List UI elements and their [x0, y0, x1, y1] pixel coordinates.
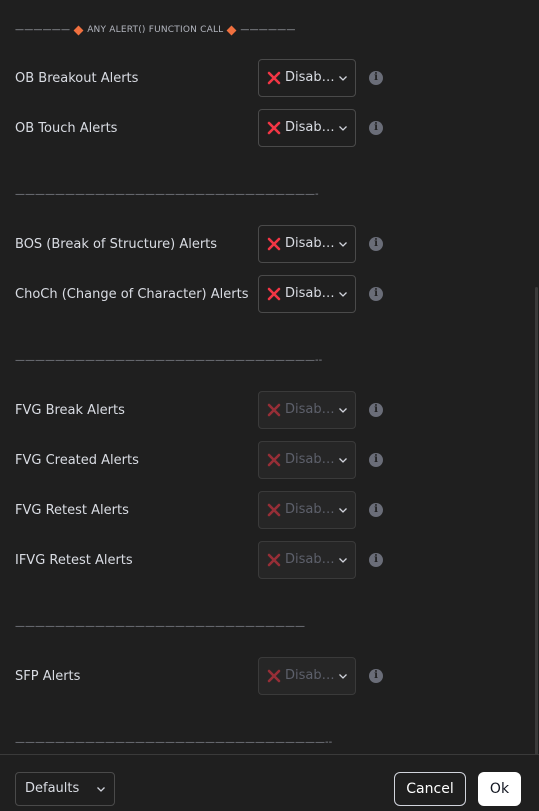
setting-row-fvg-break: FVG Break Alerts Disab… i [15, 391, 395, 431]
setting-label: BOS (Break of Structure) Alerts [15, 237, 218, 252]
info-icon[interactable]: i [369, 237, 383, 251]
separator-line: ———————————————————————————————-- [15, 738, 333, 748]
alert-select: Disab… [258, 541, 356, 579]
info-icon[interactable]: i [369, 403, 383, 417]
setting-row-ob-touch: OB Touch Alerts Disab… i [15, 109, 395, 149]
chevron-down-icon [339, 558, 347, 563]
setting-row-fvg-retest: FVG Retest Alerts Disab… i [15, 491, 395, 531]
alert-select: Disab… [258, 491, 356, 529]
alert-select[interactable]: Disab… [258, 225, 356, 263]
scrollbar[interactable] [535, 287, 538, 757]
select-value: Disab… [285, 502, 335, 517]
ok-button[interactable]: Ok [478, 772, 521, 806]
select-value: Disab… [285, 70, 335, 85]
setting-row-fvg-created: FVG Created Alerts Disab… i [15, 441, 395, 481]
setting-label: OB Touch Alerts [15, 121, 118, 136]
x-mark-icon [267, 503, 281, 517]
select-value: Disab… [285, 402, 335, 417]
chevron-down-icon [339, 292, 347, 297]
x-mark-icon [267, 287, 281, 301]
chevron-down-icon [339, 242, 347, 247]
defaults-dropdown[interactable]: Defaults [15, 772, 115, 806]
alert-select: Disab… [258, 391, 356, 429]
select-value: Disab… [285, 286, 335, 301]
header-dashes-left: —————— [15, 25, 71, 35]
chevron-down-icon [339, 458, 347, 463]
diamond-icon [226, 25, 237, 35]
info-icon[interactable]: i [369, 503, 383, 517]
info-icon[interactable]: i [369, 669, 383, 683]
alert-select: Disab… [258, 657, 356, 695]
select-value: Disab… [285, 452, 335, 467]
setting-row-sfp: SFP Alerts Disab… i [15, 657, 395, 697]
x-mark-icon [267, 403, 281, 417]
setting-row-choch: ChoCh (Change of Character) Alerts Disab… [15, 275, 395, 315]
setting-label: FVG Retest Alerts [15, 503, 129, 518]
header-title: ANY ALERT() FUNCTION CALL [87, 25, 224, 35]
setting-label: ChoCh (Change of Character) Alerts [15, 287, 249, 302]
dialog-footer: Defaults Cancel Ok [0, 754, 539, 811]
chevron-down-icon [97, 787, 105, 792]
select-value: Disab… [285, 120, 335, 135]
x-mark-icon [267, 237, 281, 251]
info-icon[interactable]: i [369, 121, 383, 135]
info-icon[interactable]: i [369, 553, 383, 567]
separator-line: ——————————————————————————————-- [15, 356, 323, 366]
setting-label: OB Breakout Alerts [15, 71, 139, 86]
separator-line: ——————————————————————————————- [15, 190, 319, 200]
diamond-icon [73, 25, 84, 35]
setting-label: FVG Break Alerts [15, 403, 125, 418]
setting-label: SFP Alerts [15, 669, 81, 684]
chevron-down-icon [339, 408, 347, 413]
select-value: Disab… [285, 668, 335, 683]
chevron-down-icon [339, 674, 347, 679]
separator-line: ————————————————————————————— [15, 622, 305, 632]
x-mark-icon [267, 453, 281, 467]
select-value: Disab… [285, 236, 335, 251]
header-dashes-right: —————— [240, 25, 296, 35]
x-mark-icon [267, 553, 281, 567]
select-value: Disab… [285, 552, 335, 567]
setting-row-ifvg-retest: IFVG Retest Alerts Disab… i [15, 541, 395, 581]
section-header: —————— ANY ALERT() FUNCTION CALL —————— [15, 23, 296, 37]
chevron-down-icon [339, 508, 347, 513]
x-mark-icon [267, 121, 281, 135]
cancel-button[interactable]: Cancel [394, 772, 466, 806]
alert-select[interactable]: Disab… [258, 109, 356, 147]
info-icon[interactable]: i [369, 453, 383, 467]
defaults-label: Defaults [25, 781, 80, 796]
x-mark-icon [267, 669, 281, 683]
setting-label: IFVG Retest Alerts [15, 553, 133, 568]
chevron-down-icon [339, 126, 347, 131]
info-icon[interactable]: i [369, 287, 383, 301]
alert-select[interactable]: Disab… [258, 275, 356, 313]
x-mark-icon [267, 71, 281, 85]
info-icon[interactable]: i [369, 71, 383, 85]
setting-row-bos: BOS (Break of Structure) Alerts Disab… i [15, 225, 395, 265]
alert-select: Disab… [258, 441, 356, 479]
chevron-down-icon [339, 76, 347, 81]
setting-label: FVG Created Alerts [15, 453, 139, 468]
alert-select[interactable]: Disab… [258, 59, 356, 97]
settings-scroll-area[interactable]: —————— ANY ALERT() FUNCTION CALL —————— … [0, 0, 539, 754]
setting-row-ob-breakout: OB Breakout Alerts Disab… i [15, 59, 395, 99]
